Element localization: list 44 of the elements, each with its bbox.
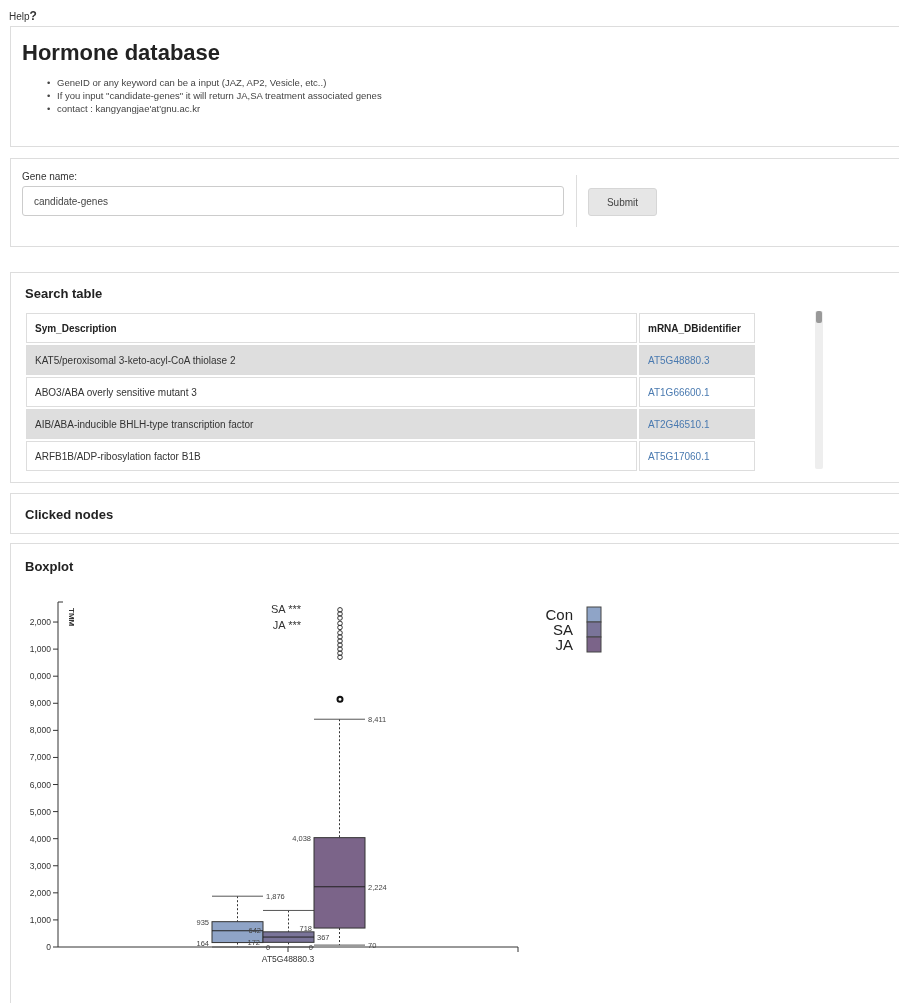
bullet-icon: • xyxy=(47,102,57,115)
tick-label: 6,000 xyxy=(29,779,51,790)
tick-label: 0 xyxy=(46,942,51,952)
field-label: Gene name: xyxy=(22,171,79,182)
identifier-link[interactable]: AT5G17060.1 xyxy=(639,441,755,471)
info-note: GeneID or any keyword can be a input (JAZ, AP2, Vesicle, etc..) xyxy=(57,76,327,89)
tick-label: 7,000 xyxy=(29,752,51,763)
axis-title: TMM xyxy=(67,608,76,627)
legend-label: Con xyxy=(545,606,573,623)
tick-label: 3,000 xyxy=(29,860,51,871)
table-cell: AIB/ABA-inducible BHLH-type transcription factor xyxy=(26,409,637,439)
tick-label: 9,000 xyxy=(29,698,51,709)
page-title: Hormone database xyxy=(22,40,221,66)
tick-label: AT5G48880.3 xyxy=(261,954,315,964)
column-header[interactable]: Sym_Description xyxy=(26,313,637,343)
section-title: Clicked nodes xyxy=(25,507,114,522)
table-cell: ABO3/ABA overly sensitive mutant 3 xyxy=(26,377,637,407)
gene-name-field[interactable]: candidate-genes xyxy=(22,186,564,216)
scrollbar[interactable] xyxy=(815,311,823,469)
legend-label: SA xyxy=(553,621,573,638)
help-link[interactable]: Help? xyxy=(0,0,899,26)
column-header[interactable]: mRNA_DBidentifier xyxy=(639,313,755,343)
bullet-icon: • xyxy=(47,89,57,102)
tick-label: 2,000 xyxy=(29,617,51,628)
section-title: Search table xyxy=(25,286,103,301)
submit-button[interactable]: Submit xyxy=(588,188,657,216)
section-title: Boxplot xyxy=(25,559,74,574)
tick-label: 2,000 xyxy=(29,887,51,898)
info-note: contact : kangyangjae'at'gnu.ac.kr xyxy=(57,102,201,115)
significance-label: JA *** xyxy=(272,619,301,631)
table-cell: ARFB1B/ADP-ribosylation factor B1B xyxy=(26,441,637,471)
tick-label: 8,000 xyxy=(29,725,51,736)
info-note: If you input "candidate-genes" it will return JA,SA treatment associated genes xyxy=(57,89,382,102)
legend-label: JA xyxy=(555,636,573,653)
outlier-point xyxy=(336,695,344,703)
tick-label: 0,000 xyxy=(29,671,51,682)
tick-label: 4,000 xyxy=(29,833,51,844)
tick-label: 1,000 xyxy=(29,914,51,925)
table-cell: KAT5/peroxisomal 3-keto-acyl-CoA thiolase 2 xyxy=(26,345,637,375)
identifier-link[interactable]: AT1G66600.1 xyxy=(639,377,755,407)
tick-label: 1,000 xyxy=(29,644,51,655)
significance-label: SA *** xyxy=(271,603,301,615)
tick-label: 5,000 xyxy=(29,806,51,817)
bullet-icon: • xyxy=(47,76,57,89)
